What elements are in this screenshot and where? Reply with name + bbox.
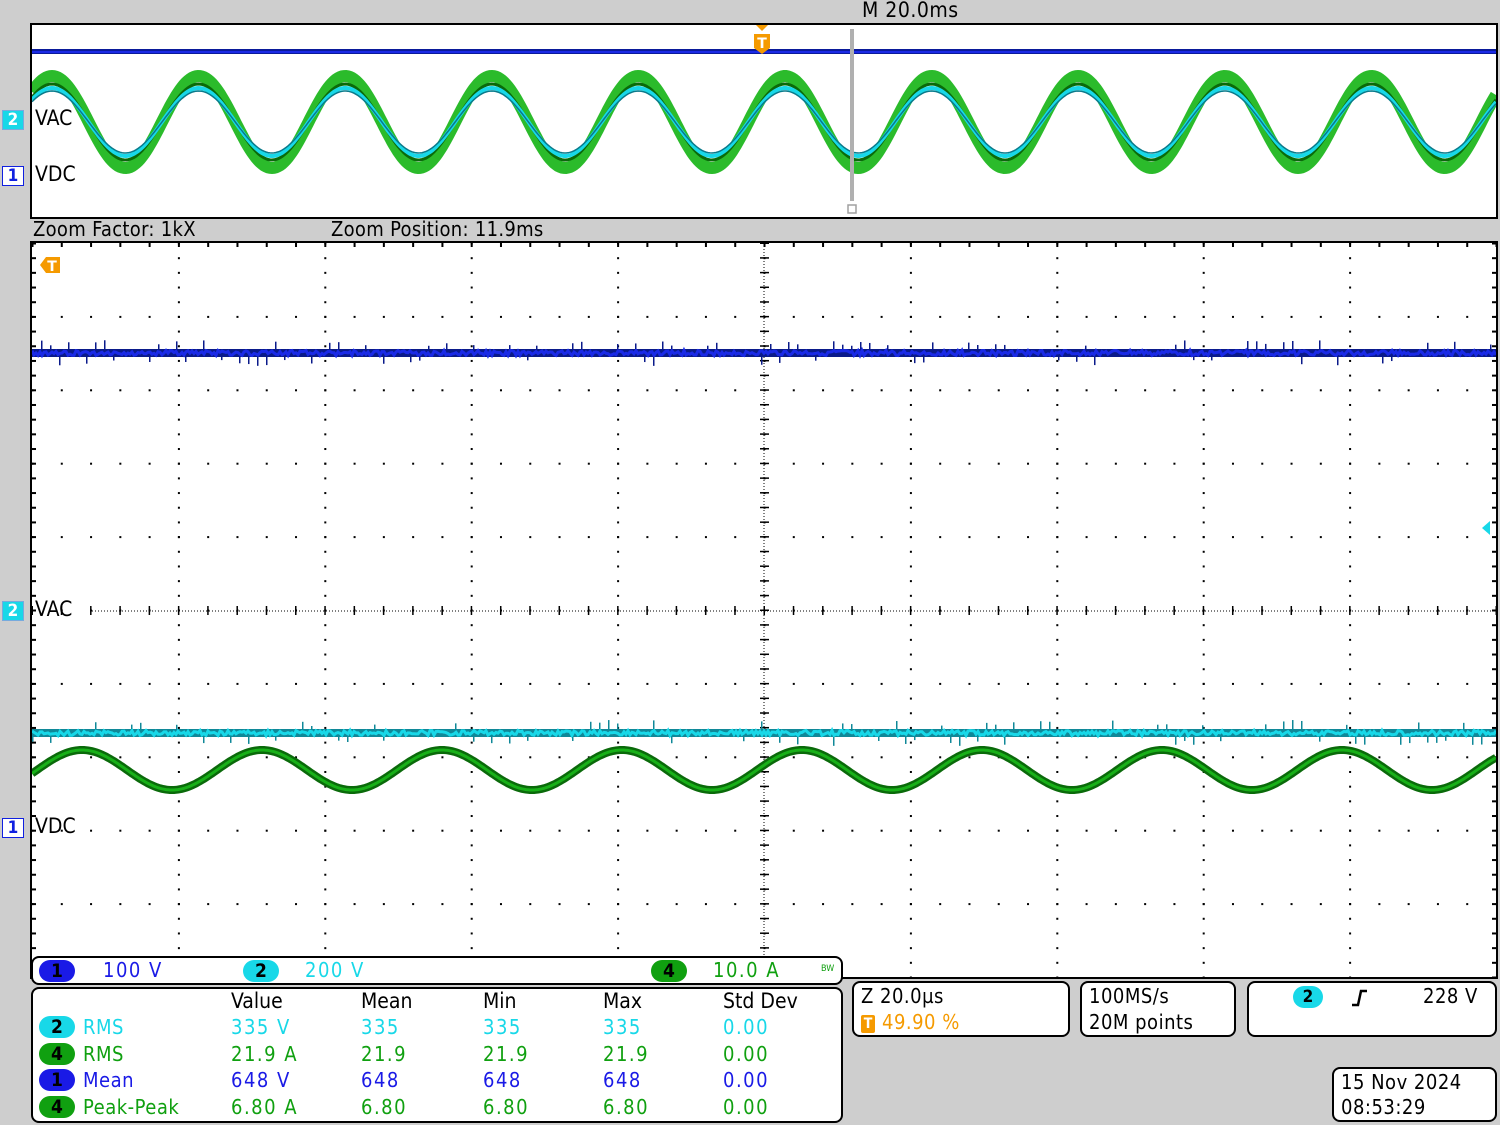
measurement-channel-badge: 2 [39,1016,75,1038]
trigger-settings-box[interactable]: 2 228 V [1247,981,1497,1037]
measurement-min: 335 [483,1015,522,1039]
ch2-scale[interactable]: 200 V [305,958,365,982]
ch2-ground-marker[interactable]: 2 [2,601,24,621]
zoomed-waveforms: T [32,243,1496,977]
zoom-timebase: Z 20.0µs [861,984,944,1008]
timebase-label: M 20.0ms [862,0,959,22]
trigger-point-marker [756,25,768,31]
measurement-mean: 335 [361,1015,400,1039]
zoom-position-cursor [850,29,854,201]
overview-waveforms: T [32,25,1496,214]
measurement-value: 21.9 A [231,1041,299,1066]
measurement-name: RMS [83,1015,124,1039]
trigger-level-marker [1482,521,1490,535]
measurement-std: 0.00 [723,1094,770,1119]
overview-waveform-plot[interactable]: T [30,23,1498,219]
measurement-mean: 6.80 [361,1094,408,1119]
measurement-mean: 21.9 [361,1041,408,1066]
zoom-scale-box[interactable]: Z 20.0µs T 49.90 % [852,981,1070,1037]
ch2-ground-marker-overview[interactable]: 2 [2,110,24,130]
col-header-value: Value [231,989,283,1013]
ch1-badge[interactable]: 1 [39,960,75,982]
record-length: 20M points [1089,1010,1194,1034]
ch4-badge[interactable]: 4 [651,960,687,982]
measurements-table: Value Mean Min Max Std Dev 2 RMS 335 V 335 3… [31,987,843,1123]
trigger-position-icon: T [861,1015,875,1033]
measurement-min: 6.80 [483,1094,530,1119]
measurement-name: Peak-Peak [83,1094,180,1119]
bandwidth-limit-badge: BW [821,964,835,974]
trigger-level: 228 V [1423,984,1478,1008]
measurement-max: 6.80 [603,1094,650,1119]
datetime-box: 15 Nov 2024 08:53:29 [1332,1067,1497,1122]
measurement-max: 21.9 [603,1041,650,1066]
measurement-std: 0.00 [723,1015,770,1039]
ch4-scale[interactable]: 10.0 A [713,958,780,982]
col-header-std-dev: Std Dev [723,989,798,1013]
measurement-value: 335 V [231,1015,291,1039]
ch4-trace-overview [32,69,1496,175]
measurement-value: 648 V [231,1068,291,1092]
svg-text:T: T [47,259,57,275]
measurement-max: 335 [603,1015,642,1039]
measurement-channel-badge: 1 [39,1069,75,1091]
measurement-mean: 648 [361,1068,400,1092]
zoomed-waveform-plot[interactable]: T [30,241,1498,979]
measurement-name: RMS [83,1041,124,1066]
ch1-label-overview: VDC [35,162,76,186]
acquisition-box[interactable]: 100MS/s 20M points [1080,981,1236,1037]
trigger-source-badge: 2 [1293,986,1323,1008]
col-header-min: Min [483,989,517,1013]
measurement-channel-badge: 4 [39,1042,75,1065]
measurement-min: 21.9 [483,1041,530,1066]
ch2-label: VAC [35,597,73,621]
measurement-channel-badge: 4 [39,1095,75,1118]
channel-scale-bar: 1 100 V 2 200 V 4 10.0 A BW [31,956,843,985]
col-header-max: Max [603,989,643,1013]
ch2-badge[interactable]: 2 [243,960,279,982]
measurement-std: 0.00 [723,1041,770,1066]
zoom-factor: Zoom Factor: 1kX [33,217,196,241]
trigger-position: 49.90 % [882,1010,960,1034]
rising-edge-icon [1352,989,1367,1007]
sample-rate: 100MS/s [1089,984,1170,1008]
measurement-min: 648 [483,1068,522,1092]
ch1-ground-marker[interactable]: 1 [2,818,24,838]
col-header-mean: Mean [361,989,413,1013]
ch1-scale[interactable]: 100 V [103,958,163,982]
ch1-label: VDC [35,814,76,838]
measurement-name: Mean [83,1068,135,1092]
measurement-value: 6.80 A [231,1094,299,1119]
date: 15 Nov 2024 [1341,1070,1462,1094]
ch2-label-overview: VAC [35,106,73,130]
zoom-position: Zoom Position: 11.9ms [331,217,544,241]
svg-text:T: T [757,36,767,52]
measurement-max: 648 [603,1068,642,1092]
measurement-std: 0.00 [723,1068,770,1092]
time: 08:53:29 [1341,1095,1426,1119]
ch1-ground-marker-overview[interactable]: 1 [2,166,24,186]
